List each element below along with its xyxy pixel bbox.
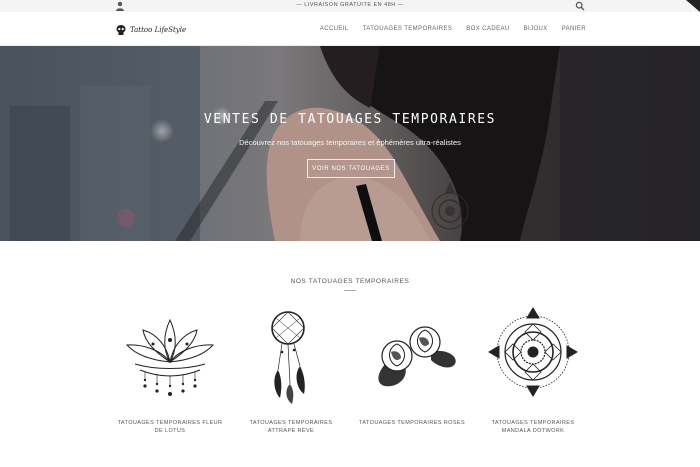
- announcement-text: — LIVRAISON GRATUITE EN 48H —: [296, 2, 404, 8]
- site-header: Tattoo LifeStyle ACCUEIL TATOUAGES TEMPO…: [0, 12, 700, 46]
- search-icon[interactable]: [575, 1, 585, 11]
- product-card[interactable]: TATOUAGES TEMPORAIRES FLEUR DE LOTUS: [115, 300, 225, 435]
- nav-accueil[interactable]: ACCUEIL: [320, 26, 349, 32]
- skull-logo-icon: [116, 25, 126, 35]
- site-logo[interactable]: Tattoo LifeStyle: [115, 23, 186, 37]
- nav-tatouages-temporaires[interactable]: TATOUAGES TEMPORAIRES: [363, 26, 453, 32]
- roses-tattoo-icon[interactable]: [357, 300, 467, 408]
- product-name[interactable]: TATOUAGES TEMPORAIRES FLEUR DE LOTUS: [115, 419, 225, 435]
- hero-title: VENTES DE TATOUAGES TEMPORAIRES: [203, 112, 497, 127]
- dreamcatcher-tattoo-icon[interactable]: [236, 300, 346, 408]
- nav-panier[interactable]: PANIER: [562, 26, 586, 32]
- announcement-bar: — LIVRAISON GRATUITE EN 48H —: [0, 0, 700, 12]
- hero-banner: VENTES DE TATOUAGES TEMPORAIRES Découvre…: [0, 46, 700, 241]
- main-nav: ACCUEIL TATOUAGES TEMPORAIRES BOX CADEAU…: [320, 26, 586, 32]
- hero-subtitle: Découvrez nos tatouages temporaires et é…: [239, 138, 461, 147]
- nav-box-cadeau[interactable]: BOX CADEAU: [466, 26, 509, 32]
- product-name[interactable]: TATOUAGES TEMPORAIRES ATTRAPE RÊVE: [236, 419, 346, 435]
- product-name[interactable]: TATOUAGES TEMPORAIRES MANDALA DOTWORK: [478, 419, 588, 435]
- mandala-tattoo-icon[interactable]: [478, 300, 588, 408]
- logo-text: Tattoo LifeStyle: [130, 26, 187, 34]
- product-card[interactable]: TATOUAGES TEMPORAIRES ATTRAPE RÊVE: [236, 300, 346, 435]
- product-card[interactable]: TATOUAGES TEMPORAIRES ROSES: [357, 300, 467, 427]
- section-title: NOS TATOUAGES TEMPORAIRES: [290, 278, 410, 285]
- product-name[interactable]: TATOUAGES TEMPORAIRES ROSES: [357, 419, 467, 427]
- view-tattoos-button[interactable]: VOIR NOS TATOUAGES: [307, 159, 395, 178]
- product-card[interactable]: TATOUAGES TEMPORAIRES MANDALA DOTWORK: [478, 300, 588, 435]
- lotus-tattoo-icon[interactable]: [115, 300, 225, 408]
- section-divider: [344, 290, 356, 291]
- nav-bijoux[interactable]: BIJOUX: [524, 26, 548, 32]
